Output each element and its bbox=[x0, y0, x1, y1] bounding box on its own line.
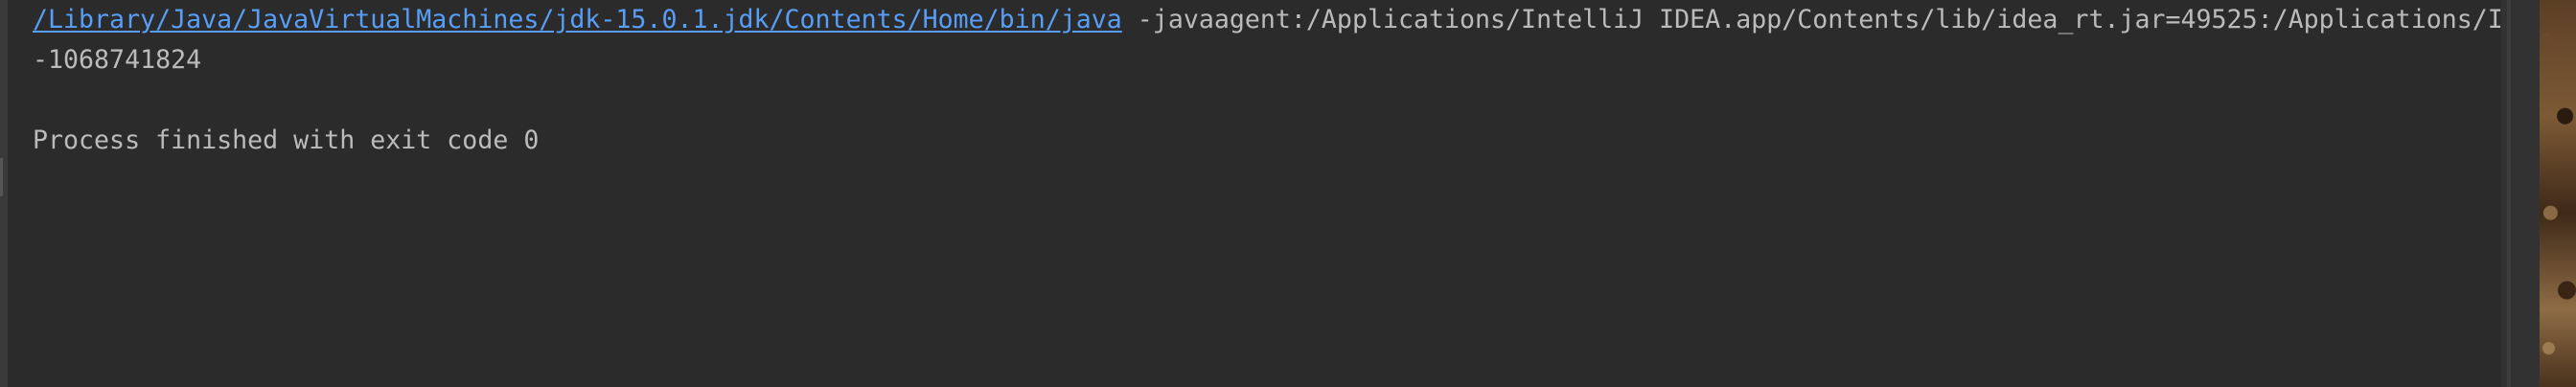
console-output[interactable]: /Library/Java/JavaVirtualMachines/jdk-15… bbox=[33, 0, 2501, 387]
command-arguments: -javaagent:/Applications/IntelliJ IDEA.a… bbox=[1121, 5, 2501, 34]
console-command-line: /Library/Java/JavaVirtualMachines/jdk-15… bbox=[33, 0, 2501, 40]
java-executable-link[interactable]: /Library/Java/JavaVirtualMachines/jdk-15… bbox=[33, 5, 1122, 34]
gutter-marker bbox=[0, 158, 3, 196]
program-output-line: -1068741824 bbox=[33, 45, 202, 75]
scrollbar-track-line bbox=[2507, 0, 2511, 387]
process-exit-message: Process finished with exit code 0 bbox=[33, 125, 540, 155]
console-left-gutter bbox=[0, 0, 8, 387]
vertical-scrollbar[interactable] bbox=[2501, 0, 2540, 387]
desktop-wallpaper-edge bbox=[2540, 0, 2576, 387]
run-console-window: /Library/Java/JavaVirtualMachines/jdk-15… bbox=[0, 0, 2576, 387]
